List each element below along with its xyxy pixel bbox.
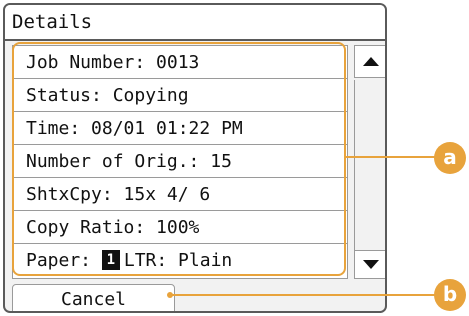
detail-row-sheets-copies: ShtxCpy: 15x 4/ 6: [13, 178, 347, 211]
panel-title: Details: [5, 5, 385, 41]
details-panel: Details Job Number: 0013 Status: Copying…: [3, 3, 387, 313]
detail-row-paper: Paper: 1 LTR: Plain: [13, 244, 347, 277]
detail-row-job-number: Job Number: 0013: [13, 46, 347, 79]
callout-a-badge: a: [434, 142, 466, 174]
scrollbar-track[interactable]: [354, 80, 385, 250]
detail-row-copy-ratio: Copy Ratio: 100%: [13, 211, 347, 244]
triangle-up-icon: [362, 57, 379, 66]
detail-row-time: Time: 08/01 01:22 PM: [13, 112, 347, 145]
callout-a-line: [346, 156, 436, 158]
triangle-down-icon: [362, 260, 379, 269]
scroll-up-button[interactable]: [354, 45, 385, 78]
callout-b-badge: b: [434, 279, 466, 311]
paper-label: Paper:: [26, 250, 92, 271]
detail-row-status: Status: Copying: [13, 79, 347, 112]
callout-b-line: [170, 294, 436, 296]
paper-value: LTR: Plain: [123, 250, 233, 271]
scroll-down-button[interactable]: [354, 250, 385, 279]
paper-drawer-icon: 1: [101, 250, 120, 270]
details-list: Job Number: 0013 Status: Copying Time: 0…: [12, 45, 348, 279]
cancel-button[interactable]: Cancel: [12, 284, 175, 311]
detail-row-number-of-originals: Number of Orig.: 15: [13, 145, 347, 178]
